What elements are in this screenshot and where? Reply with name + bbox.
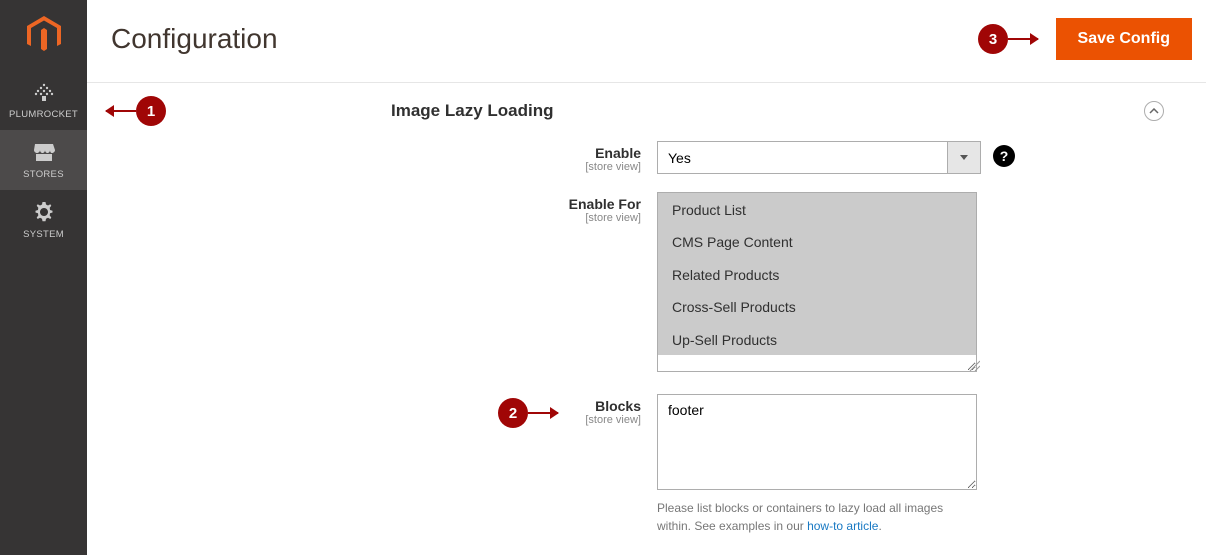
field-enable-row: Enable [store view] ?: [111, 137, 1182, 174]
gear-icon: [34, 202, 54, 225]
field-enablefor-label: Enable For: [569, 196, 641, 212]
callout-arrow: [106, 110, 136, 112]
enablefor-multiselect[interactable]: Product List CMS Page Content Related Pr…: [657, 192, 977, 372]
enable-select-value[interactable]: [657, 141, 948, 174]
sidebar-item-system[interactable]: SYSTEM: [0, 190, 87, 250]
callout-circle: 1: [136, 96, 166, 126]
blocks-note-suffix: .: [878, 519, 881, 533]
sidebar-label-system: SYSTEM: [23, 229, 64, 240]
callout-3: 3: [978, 24, 1038, 54]
callout-arrow: [528, 412, 558, 414]
multiselect-spacer: [658, 355, 976, 372]
field-enablefor-input-col: Product List CMS Page Content Related Pr…: [657, 192, 981, 372]
help-tooltip-icon[interactable]: ?: [993, 145, 1015, 167]
blocks-textarea[interactable]: footer: [657, 394, 977, 490]
enable-select[interactable]: [657, 141, 981, 174]
field-blocks-input-col: footer Please list blocks or containers …: [657, 394, 981, 535]
config-content: Image Lazy Loading Enable [store view]: [87, 83, 1206, 535]
stores-icon: [33, 142, 55, 165]
field-enablefor-label-col: Enable For [store view]: [111, 192, 657, 224]
field-blocks-scope: [store view]: [111, 414, 641, 426]
field-enable-label-col: Enable [store view]: [111, 141, 657, 173]
multiselect-option[interactable]: Up-Sell Products: [658, 323, 976, 355]
chevron-down-icon: [960, 155, 968, 160]
multiselect-option[interactable]: Cross-Sell Products: [658, 290, 976, 322]
callout-2: 2: [498, 398, 558, 428]
sidebar-label-stores: STORES: [23, 169, 64, 180]
main-content: Configuration Save Config Image Lazy Loa…: [87, 0, 1206, 555]
field-blocks-row: Blocks [store view] footer Please list b…: [111, 390, 1182, 535]
multiselect-option[interactable]: Product List: [658, 193, 976, 225]
howto-link[interactable]: how-to article: [807, 519, 878, 533]
multiselect-option[interactable]: CMS Page Content: [658, 225, 976, 257]
magento-logo-icon: [27, 16, 61, 54]
field-enablefor-row: Enable For [store view] Product List CMS…: [111, 188, 1182, 372]
chevron-up-icon: [1149, 108, 1159, 114]
field-enablefor-scope: [store view]: [111, 212, 641, 224]
callout-circle: 2: [498, 398, 528, 428]
sidebar-item-stores[interactable]: STORES: [0, 130, 87, 190]
admin-sidebar: PLUMROCKET STORES SYSTEM: [0, 0, 87, 555]
callout-arrow: [1008, 38, 1038, 40]
field-blocks-label: Blocks: [595, 398, 641, 414]
field-blocks-label-col: Blocks [store view]: [111, 394, 657, 426]
plumrocket-icon: [33, 82, 55, 105]
callout-circle: 3: [978, 24, 1008, 54]
save-config-button[interactable]: Save Config: [1056, 18, 1192, 60]
page-title: Configuration: [111, 23, 278, 55]
field-enable-scope: [store view]: [111, 161, 641, 173]
field-enable-label: Enable: [595, 145, 641, 161]
multiselect-option[interactable]: Related Products: [658, 258, 976, 290]
blocks-note-prefix: Please list blocks or containers to lazy…: [657, 501, 943, 533]
sidebar-label-plumrocket: PLUMROCKET: [9, 109, 78, 120]
section-title: Image Lazy Loading: [391, 101, 553, 121]
magento-logo[interactable]: [0, 0, 87, 70]
field-enable-input-col: ?: [657, 141, 981, 174]
blocks-note: Please list blocks or containers to lazy…: [657, 499, 977, 535]
callout-1: 1: [106, 96, 166, 126]
sidebar-item-plumrocket[interactable]: PLUMROCKET: [0, 70, 87, 130]
section-header[interactable]: Image Lazy Loading: [111, 101, 1182, 137]
select-arrow[interactable]: [948, 141, 981, 174]
collapse-toggle[interactable]: [1144, 101, 1164, 121]
